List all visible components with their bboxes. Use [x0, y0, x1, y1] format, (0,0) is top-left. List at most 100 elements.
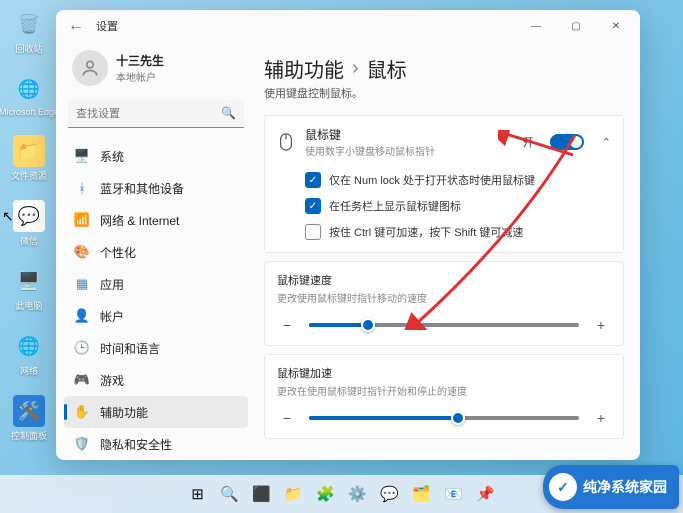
- sidebar-item-8[interactable]: ✋ 辅助功能: [64, 396, 248, 428]
- breadcrumb-current: 鼠标: [367, 54, 407, 83]
- page-subtitle: 使用键盘控制鼠标。: [264, 85, 624, 101]
- desktop-icon-glyph: 🗑️: [13, 8, 45, 40]
- accel-title: 鼠标键加速: [277, 365, 611, 381]
- speed-card: 鼠标键速度 更改使用鼠标键时指针移动的速度 − +: [264, 261, 624, 346]
- desktop-icon-label: 回收站: [15, 42, 42, 55]
- toggle-label: 开: [523, 134, 534, 150]
- nav-icon: ✋: [74, 404, 90, 420]
- desktop-icon-label: 文件资源: [11, 169, 47, 182]
- nav-label: 网络 & Internet: [100, 212, 179, 229]
- checkbox[interactable]: ✓: [305, 172, 321, 188]
- breadcrumb-parent[interactable]: 辅助功能: [264, 54, 344, 83]
- nav-icon: 👤: [74, 308, 90, 324]
- accel-plus[interactable]: +: [591, 408, 611, 428]
- nav-label: 帐户: [100, 308, 124, 325]
- check-label: 按住 Ctrl 键可加速，按下 Shift 键可减速: [329, 224, 523, 240]
- sidebar-item-2[interactable]: 📶 网络 & Internet: [64, 204, 248, 236]
- back-button[interactable]: ←: [60, 10, 92, 42]
- checkbox[interactable]: ✓: [305, 198, 321, 214]
- nav-icon: 🛡️: [74, 436, 90, 452]
- nav-label: 蓝牙和其他设备: [100, 180, 184, 197]
- user-name: 十三先生: [116, 52, 164, 69]
- desktop-icon-5[interactable]: 🌐 网络: [8, 330, 50, 377]
- speed-sub: 更改使用鼠标键时指针移动的速度: [277, 290, 611, 305]
- desktop-icon-label: 控制面板: [11, 429, 47, 442]
- speed-plus[interactable]: +: [591, 315, 611, 335]
- sidebar-item-9[interactable]: 🛡️ 隐私和安全性: [64, 428, 248, 460]
- speed-slider[interactable]: [309, 323, 579, 327]
- taskbar-item-1[interactable]: 🔍: [216, 480, 244, 508]
- sidebar-item-4[interactable]: ▦应用: [64, 268, 248, 300]
- taskbar-item-4[interactable]: 🧩: [312, 480, 340, 508]
- taskbar-item-2[interactable]: ⬛: [248, 480, 276, 508]
- minimize-button[interactable]: —: [516, 10, 556, 42]
- search-input[interactable]: [68, 100, 244, 128]
- speed-minus[interactable]: −: [277, 315, 297, 335]
- nav-label: 时间和语言: [100, 340, 160, 357]
- desktop-icon-glyph: 🌐: [13, 73, 45, 105]
- nav-label: 系统: [100, 148, 124, 165]
- nav-label: 个性化: [100, 244, 136, 261]
- search-wrap: 🔍: [68, 100, 244, 128]
- desktop-icon-1[interactable]: 🌐Microsoft Edge: [8, 73, 50, 117]
- desktop-icon-glyph: 📁: [13, 135, 45, 167]
- desktop-icon-0[interactable]: 🗑️ 回收站: [8, 8, 50, 55]
- desktop-icon-6[interactable]: 🛠️控制面板: [8, 395, 50, 442]
- checkbox[interactable]: [305, 224, 321, 240]
- mousekeys-header[interactable]: 鼠标键 使用数字小键盘移动鼠标指针 开 ⌃: [265, 116, 623, 168]
- sidebar-item-7[interactable]: 🎮 游戏: [64, 364, 248, 396]
- taskbar-item-8[interactable]: 📧: [440, 480, 468, 508]
- user-block[interactable]: 十三先生 本地帐户: [64, 46, 248, 96]
- nav-icon: 🕒: [74, 340, 90, 356]
- mouse-icon: [277, 133, 295, 151]
- desktop-icon-label: Microsoft Edge: [0, 107, 59, 117]
- maximize-button[interactable]: ▢: [556, 10, 596, 42]
- chevron-up-icon: ⌃: [602, 136, 611, 149]
- speed-title: 鼠标键速度: [277, 272, 611, 288]
- taskbar-item-0[interactable]: ⊞: [184, 480, 212, 508]
- brand-badge: ✓ 纯净系统家园: [543, 465, 679, 509]
- nav-label: 游戏: [100, 372, 124, 389]
- mousekeys-title: 鼠标键: [305, 126, 513, 143]
- nav-label: 辅助功能: [100, 404, 148, 421]
- window-title: 设置: [96, 18, 118, 34]
- taskbar-item-7[interactable]: 🗂️: [408, 480, 436, 508]
- desktop-icon-3[interactable]: 💬 微信: [8, 200, 50, 247]
- accel-minus[interactable]: −: [277, 408, 297, 428]
- nav-icon: 📶: [74, 212, 90, 228]
- check-row-2: 按住 Ctrl 键可加速，按下 Shift 键可减速: [305, 224, 611, 240]
- sidebar-item-0[interactable]: 🖥️ 系统: [64, 140, 248, 172]
- mousekeys-toggle[interactable]: [550, 134, 584, 150]
- desktop-icon-label: 微信: [20, 234, 38, 247]
- desktop-icon-glyph: 🖥️: [13, 265, 45, 297]
- desktop-icon-2[interactable]: 📁 文件资源: [8, 135, 50, 182]
- mousekeys-card: 鼠标键 使用数字小键盘移动鼠标指针 开 ⌃ ✓ 仅在 Num lock 处于打开状…: [264, 115, 624, 253]
- taskbar-item-3[interactable]: 📁: [280, 480, 308, 508]
- nav-icon: ᚼ: [74, 180, 90, 196]
- sidebar-item-6[interactable]: 🕒 时间和语言: [64, 332, 248, 364]
- sidebar-item-5[interactable]: 👤 帐户: [64, 300, 248, 332]
- taskbar-item-5[interactable]: ⚙️: [344, 480, 372, 508]
- nav-icon: 🎮: [74, 372, 90, 388]
- accel-slider[interactable]: [309, 416, 579, 420]
- desktop-icon-glyph: 🌐: [13, 330, 45, 362]
- sidebar-item-3[interactable]: 🎨个性化: [64, 236, 248, 268]
- nav-icon: 🖥️: [74, 148, 90, 164]
- check-row-0: ✓ 仅在 Num lock 处于打开状态时使用鼠标键: [305, 172, 611, 188]
- nav-label: 隐私和安全性: [100, 436, 172, 453]
- brand-text: 纯净系统家园: [583, 477, 667, 497]
- desktop-icons: 🗑️ 回收站 🌐Microsoft Edge 📁 文件资源 💬 微信 🖥️此电脑 🌐 网络 🛠️控制…: [8, 8, 50, 442]
- settings-window: ← 设置 — ▢ ✕ 十三先生 本地帐户 🔍 🖥️ 系统 ᚼ 蓝牙和其他设备 📶 网络 &…: [56, 10, 640, 460]
- desktop-icon-glyph: 💬: [13, 200, 45, 232]
- content: 辅助功能 › 鼠标 使用键盘控制鼠标。 鼠标键 使用数字小键盘移动鼠标指针 开 …: [256, 42, 640, 460]
- close-button[interactable]: ✕: [596, 10, 636, 42]
- check-label: 仅在 Num lock 处于打开状态时使用鼠标键: [329, 172, 535, 188]
- taskbar-item-9[interactable]: 📌: [472, 480, 500, 508]
- sidebar-item-1[interactable]: ᚼ 蓝牙和其他设备: [64, 172, 248, 204]
- taskbar-item-6[interactable]: 💬: [376, 480, 404, 508]
- brand-logo-icon: ✓: [549, 473, 577, 501]
- check-row-1: ✓在任务栏上显示鼠标键图标: [305, 198, 611, 214]
- desktop-icon-4[interactable]: 🖥️此电脑: [8, 265, 50, 312]
- user-sub: 本地帐户: [116, 69, 164, 84]
- desktop-icon-label: 网络: [20, 364, 38, 377]
